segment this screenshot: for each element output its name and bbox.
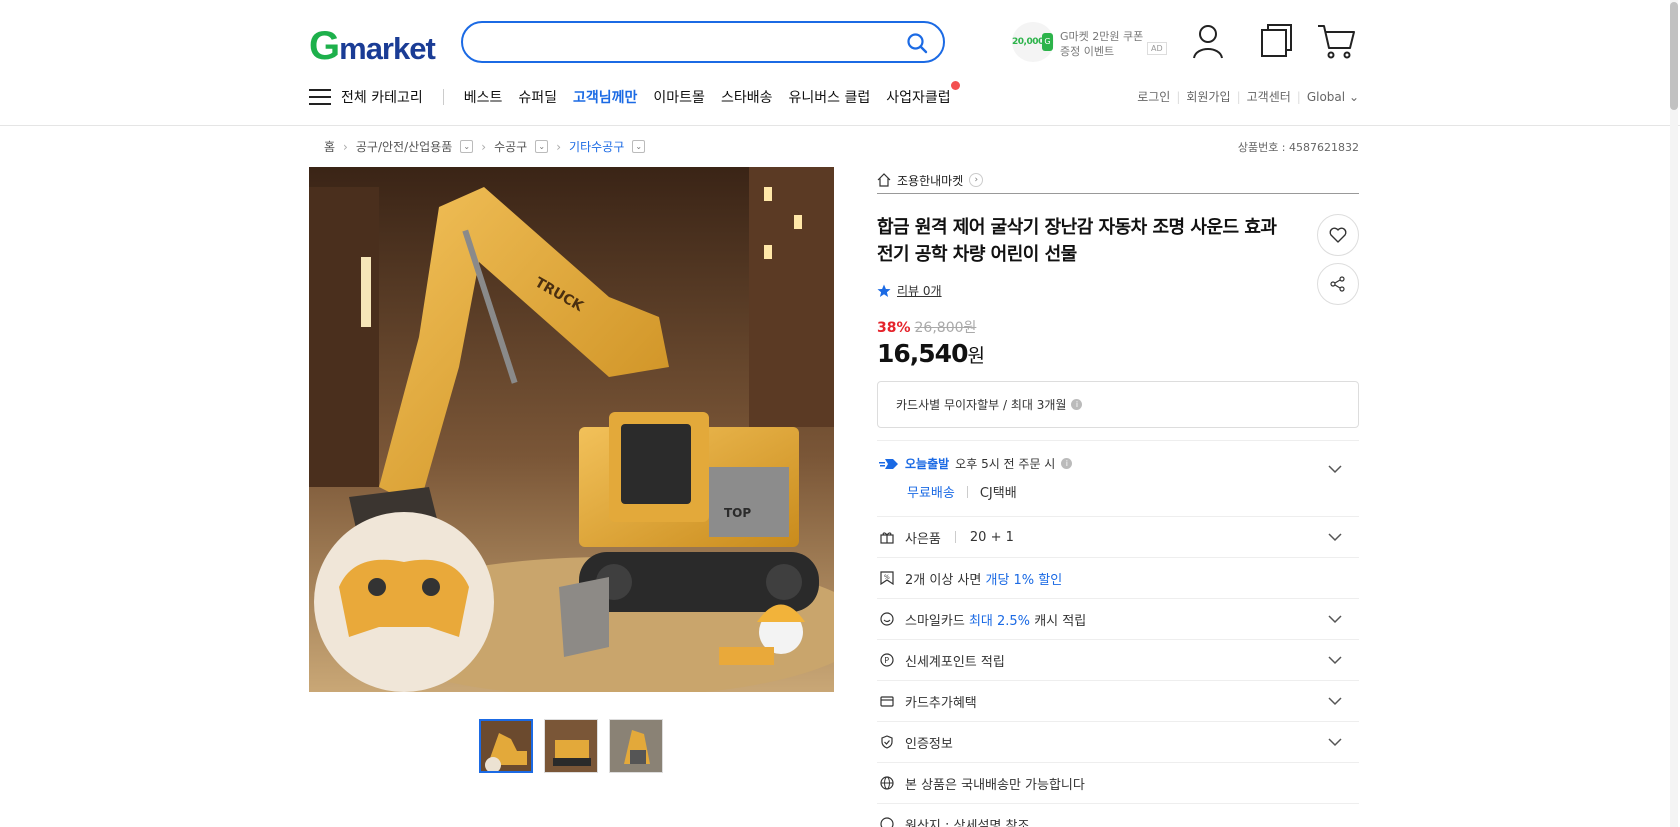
breadcrumb-home[interactable]: 홈 <box>324 138 335 155</box>
search-input[interactable] <box>481 24 881 60</box>
certification-row[interactable]: 인증정보 <box>877 722 1359 763</box>
smile-card-row[interactable]: 스마일카드 최대 2.5% 캐시 적립 <box>877 599 1359 640</box>
chevron-down-icon[interactable] <box>1328 735 1342 749</box>
svg-text:%: % <box>884 574 890 581</box>
breadcrumb-level-1[interactable]: 공구/안전/산업용품 <box>356 138 452 155</box>
chevron-right-icon: › <box>969 173 984 187</box>
discount-tag-icon: % <box>879 570 895 586</box>
recent-view-icon[interactable] <box>1259 22 1295 60</box>
chevron-down-icon[interactable] <box>1328 694 1342 708</box>
product-number: 상품번호 : 4587621832 <box>1237 141 1359 154</box>
share-button[interactable] <box>1317 263 1359 305</box>
chevron-right-icon: › <box>481 139 487 154</box>
wishlist-button[interactable] <box>1317 214 1359 256</box>
location-icon <box>879 816 895 827</box>
multi-buy-discount-row: % 2개 이상 사면 개당 1% 할인 <box>877 558 1359 599</box>
heart-icon <box>1329 227 1347 243</box>
dropdown-icon[interactable]: ⌄ <box>535 140 549 153</box>
product-title: 합금 원격 제어 굴삭기 장난감 자동차 조명 사운드 효과 전기 공학 차량 … <box>877 217 1277 265</box>
smile-icon <box>879 611 895 627</box>
carrier-label: CJ택배 <box>979 486 1017 501</box>
chevron-right-icon: › <box>556 139 562 154</box>
ad-badge: AD <box>1147 42 1167 55</box>
thumbnail-2[interactable] <box>544 719 598 773</box>
store-icon <box>877 173 891 187</box>
star-icon <box>877 284 891 297</box>
scrollbar-track[interactable] <box>1670 0 1678 827</box>
origin-row: 원산지 : 상세설명 참조 <box>877 804 1359 827</box>
card-extra-benefit-row[interactable]: 카드추가혜택 <box>877 681 1359 722</box>
domestic-shipping-row: 본 상품은 국내배송만 가능합니다 <box>877 763 1359 804</box>
info-icon[interactable]: i <box>1071 399 1083 410</box>
thumbnail-3[interactable] <box>609 719 663 773</box>
scrollbar-thumb[interactable] <box>1670 2 1678 110</box>
globe-icon <box>879 775 895 791</box>
installment-box: 카드사별 무이자할부 / 최대 3개월 i <box>877 381 1359 428</box>
dropdown-icon[interactable]: ⌄ <box>632 140 646 153</box>
global-dropdown[interactable]: Global ⌄ <box>1307 90 1359 104</box>
my-account-icon[interactable] <box>1190 22 1226 60</box>
card-icon <box>879 693 895 709</box>
original-price: 26,800원 <box>914 320 977 336</box>
nav-item-superdeal[interactable]: 슈퍼딜 <box>518 87 557 107</box>
nav-item-for-you[interactable]: 고객님께만 <box>573 87 637 107</box>
review-link[interactable]: 리뷰 0개 <box>897 282 942 299</box>
chevron-down-icon[interactable] <box>1328 653 1342 667</box>
nav-item-star-delivery[interactable]: 스타배송 <box>721 87 773 107</box>
delivery-row[interactable]: 오늘출발 오후 5시 전 주문 시 i 무료배송 CJ택배 <box>877 441 1359 517</box>
util-links: 로그인 | 회원가입 | 고객센터 | Global ⌄ <box>1137 88 1359 105</box>
chevron-right-icon: › <box>343 139 348 154</box>
sale-price: 16,540원 <box>877 339 985 368</box>
benefit-list: 오늘출발 오후 5시 전 주문 시 i 무료배송 CJ택배 사은품 20 + 1… <box>877 440 1359 827</box>
gmarket-logo[interactable]: Gmarket <box>309 24 436 69</box>
product-info-panel: 조용한내마켓 › 합금 원격 제어 굴삭기 장난감 자동차 조명 사운드 효과 … <box>877 167 1359 827</box>
new-dot-icon <box>950 81 960 90</box>
dropdown-icon[interactable]: ⌄ <box>460 140 474 153</box>
chevron-down-icon[interactable] <box>1328 462 1342 476</box>
hamburger-icon <box>309 89 331 105</box>
shield-check-icon <box>879 734 895 750</box>
info-icon[interactable]: i <box>1061 458 1073 469</box>
thumbnail-1[interactable] <box>479 719 533 773</box>
free-shipping-label: 무료배송 <box>907 486 955 501</box>
breadcrumb: 홈 › 공구/안전/산업용품 ⌄ › 수공구 ⌄ › 기타수공구 ⌄ <box>324 138 646 155</box>
discount-percent: 38% <box>877 320 911 336</box>
divider <box>954 531 956 543</box>
search-icon[interactable] <box>903 29 931 57</box>
breadcrumb-level-3[interactable]: 기타수공구 <box>569 138 624 155</box>
nav-item-business-club[interactable]: 사업자클럽 <box>886 81 960 107</box>
divider <box>966 485 968 498</box>
shinsegae-point-row[interactable]: P 신세계포인트 적립 <box>877 640 1359 681</box>
svg-text:TOP: TOP <box>724 506 751 520</box>
all-categories-button[interactable]: 전체 카테고리 <box>309 87 423 107</box>
thumbnail-list <box>479 719 663 773</box>
signup-link[interactable]: 회원가입 <box>1186 88 1230 105</box>
chevron-down-icon[interactable] <box>1328 530 1342 544</box>
fast-delivery-icon <box>879 458 898 469</box>
main-nav: 전체 카테고리 베스트 슈퍼딜 고객님께만 이마트몰 스타배송 유니버스 클럽 … <box>309 81 967 110</box>
gift-icon <box>879 529 895 545</box>
search-box <box>461 21 945 63</box>
coupon-promo-banner[interactable]: 20,000 G G마켓 2만원 쿠폰 증정 이벤트 AD <box>1012 22 1167 62</box>
cart-icon[interactable] <box>1316 22 1356 60</box>
customer-center-link[interactable]: 고객센터 <box>1247 88 1291 105</box>
nav-item-best[interactable]: 베스트 <box>464 87 503 107</box>
product-main-image[interactable]: TRUCK TOP <box>309 167 834 692</box>
discount-line: 38% 26,800원 <box>877 317 1359 337</box>
nav-item-universe-club[interactable]: 유니버스 클럽 <box>788 87 870 107</box>
login-link[interactable]: 로그인 <box>1137 88 1170 105</box>
site-header: Gmarket 20,000 G G마켓 2만원 쿠폰 증정 이벤트 AD 전체… <box>0 0 1680 126</box>
gift-row[interactable]: 사은품 20 + 1 <box>877 517 1359 558</box>
nav-item-emart[interactable]: 이마트몰 <box>653 87 705 107</box>
chevron-down-icon[interactable] <box>1328 612 1342 626</box>
chevron-down-icon: ⌄ <box>1348 89 1359 104</box>
point-icon: P <box>879 652 895 668</box>
share-icon <box>1330 276 1345 292</box>
review-summary: 리뷰 0개 <box>877 282 1359 299</box>
breadcrumb-level-2[interactable]: 수공구 <box>494 138 527 155</box>
svg-text:P: P <box>884 656 889 665</box>
seller-link[interactable]: 조용한내마켓 › <box>877 167 1359 194</box>
nav-divider <box>442 89 444 105</box>
